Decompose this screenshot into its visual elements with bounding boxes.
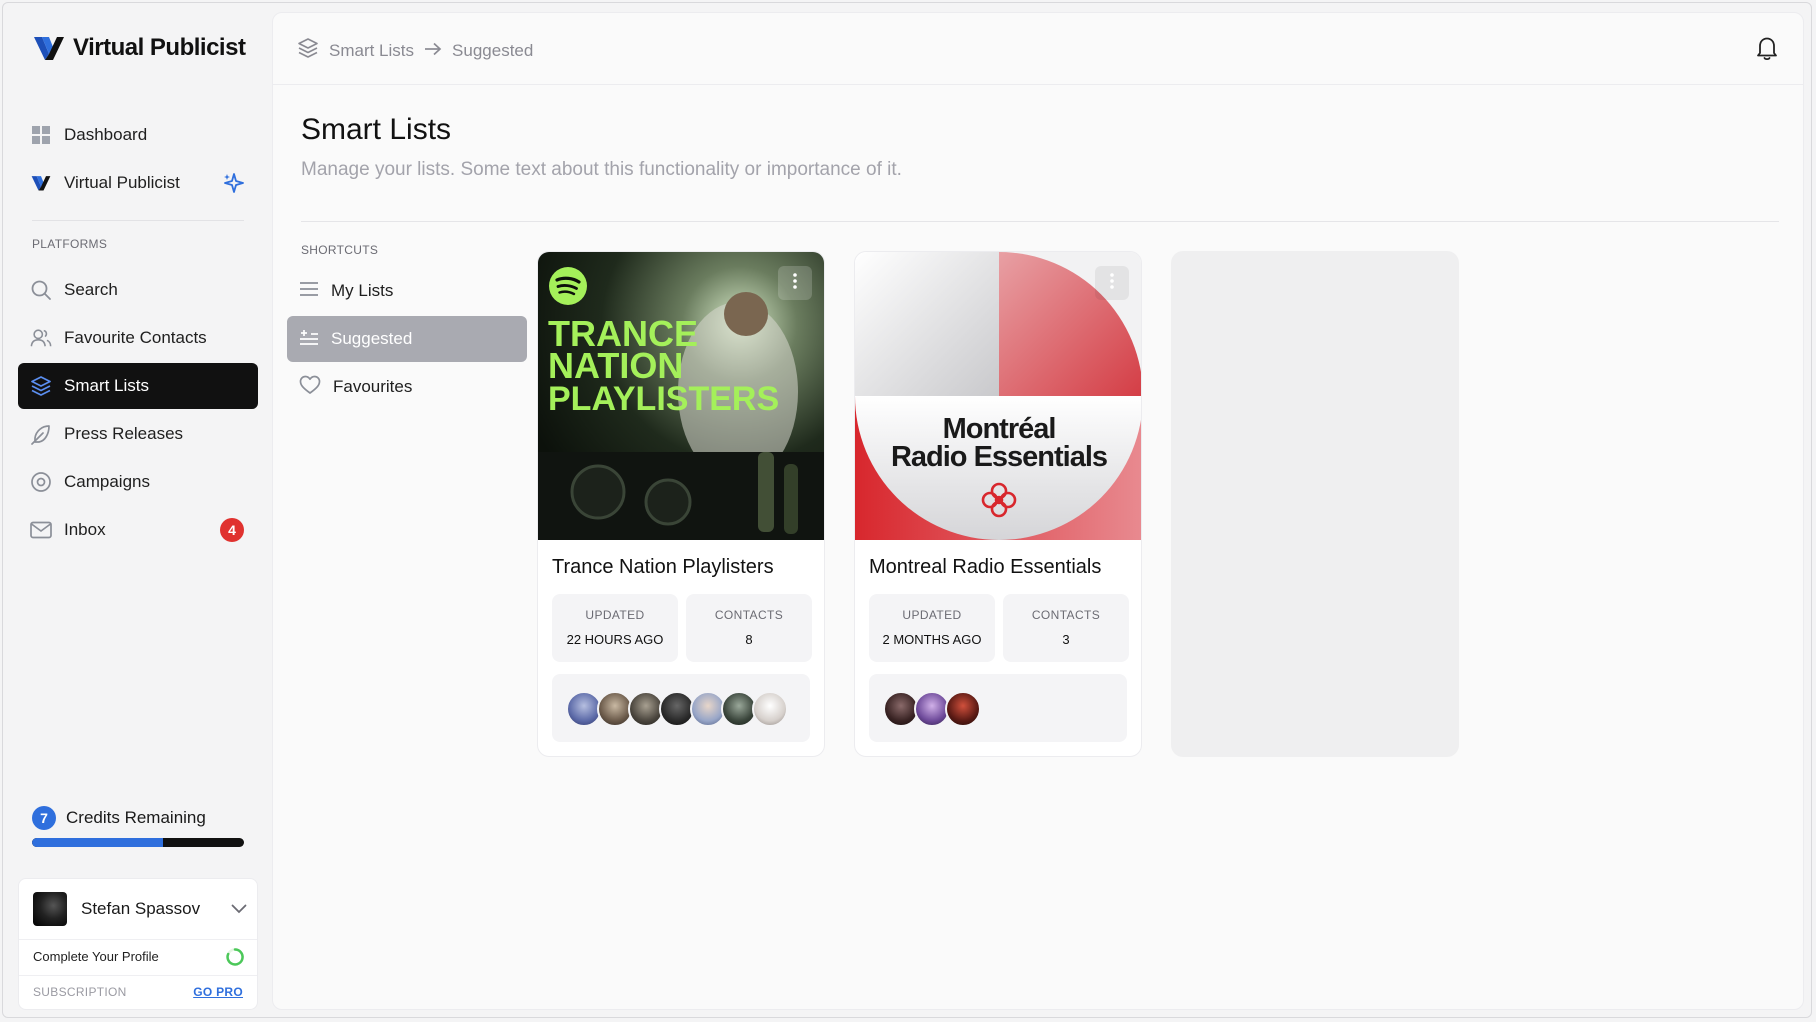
smart-list-card[interactable]: Montréal Radio Essentials Montreal Radio… bbox=[854, 251, 1142, 757]
shortcut-label: Favourites bbox=[333, 377, 413, 396]
stat-label: CONTACTS bbox=[714, 608, 784, 622]
list-cover-image: Montréal Radio Essentials bbox=[855, 252, 1141, 540]
sidebar-item-label: Campaigns bbox=[64, 472, 150, 491]
sidebar-item-campaigns[interactable]: Campaigns bbox=[18, 459, 258, 505]
shortcut-label: Suggested bbox=[331, 329, 413, 348]
card-title: Trance Nation Playlisters bbox=[552, 556, 774, 578]
sidebar-item-label: Favourite Contacts bbox=[64, 328, 207, 347]
sidebar-item-press-releases[interactable]: Press Releases bbox=[18, 411, 258, 457]
heart-icon bbox=[299, 375, 321, 400]
sidebar: Virtual Publicist Dashboard Virtual Publ… bbox=[0, 0, 272, 1022]
list-icon bbox=[299, 281, 319, 302]
profile-card: Stefan Spassov Complete Your Profile SUB… bbox=[18, 878, 258, 1010]
stat-value: 22 HOURS AGO bbox=[566, 632, 664, 647]
loading-placeholder-card bbox=[1171, 251, 1459, 757]
go-pro-link[interactable]: GO PRO bbox=[193, 985, 243, 999]
sidebar-item-label: Smart Lists bbox=[64, 376, 150, 395]
stat-updated: UPDATED 2 MONTHS AGO bbox=[869, 594, 995, 662]
breadcrumb-item: Suggested bbox=[452, 40, 534, 60]
top-bar: Smart Lists Suggested bbox=[273, 13, 1803, 85]
search-icon bbox=[30, 279, 52, 301]
stat-value: 3 bbox=[1062, 632, 1070, 647]
header-divider bbox=[301, 221, 1779, 222]
sidebar-item-inbox[interactable]: Inbox 4 bbox=[18, 507, 258, 553]
sidebar-item-label: Press Releases bbox=[64, 424, 184, 443]
stat-label: UPDATED bbox=[585, 608, 645, 622]
users-icon bbox=[30, 327, 52, 349]
feather-icon bbox=[30, 423, 52, 445]
target-icon bbox=[30, 471, 52, 493]
contact-avatars bbox=[869, 674, 1127, 742]
sidebar-item-virtual-publicist[interactable]: Virtual Publicist bbox=[18, 160, 258, 206]
smart-list-card[interactable]: TRANCE NATION PLAYLISTERS Trance Nation … bbox=[537, 251, 825, 757]
breadcrumb: Smart Lists Suggested bbox=[297, 37, 533, 64]
avatar bbox=[33, 892, 67, 926]
stat-label: UPDATED bbox=[902, 608, 962, 622]
card-title: Montreal Radio Essentials bbox=[869, 556, 1102, 578]
stat-updated: UPDATED 22 HOURS AGO bbox=[552, 594, 678, 662]
stat-contacts: CONTACTS 8 bbox=[686, 594, 812, 662]
bell-icon[interactable] bbox=[1755, 35, 1779, 66]
credits-progress-fill bbox=[32, 838, 164, 847]
sidebar-item-label: Inbox bbox=[64, 520, 106, 539]
avatar bbox=[752, 691, 788, 727]
suggested-icon bbox=[299, 328, 319, 351]
card-menu-button[interactable] bbox=[1095, 266, 1129, 300]
profile-divider bbox=[19, 975, 257, 976]
grid-icon bbox=[30, 124, 52, 146]
cover-text-line: PLAYLISTERS bbox=[548, 380, 779, 418]
progress-ring-icon bbox=[225, 947, 245, 972]
shortcut-label: My Lists bbox=[331, 281, 394, 300]
shortcut-suggested[interactable]: Suggested bbox=[287, 316, 527, 362]
credits-progress-bar bbox=[32, 838, 244, 847]
shortcut-favourites[interactable]: Favourites bbox=[287, 364, 527, 410]
shortcuts-label: SHORTCUTS bbox=[301, 243, 379, 257]
vp-logo-icon bbox=[34, 37, 64, 60]
shortcut-my-lists[interactable]: My Lists bbox=[287, 268, 527, 314]
complete-profile-link[interactable]: Complete Your Profile bbox=[33, 949, 159, 964]
cover-text-line: Radio Essentials bbox=[891, 441, 1107, 473]
card-menu-button[interactable] bbox=[778, 266, 812, 300]
main-panel: Smart Lists Suggested Smart Lists Manage… bbox=[272, 12, 1804, 1010]
inbox-count-badge: 4 bbox=[220, 518, 244, 542]
contact-avatars bbox=[552, 674, 810, 742]
mail-icon bbox=[30, 519, 52, 541]
sidebar-item-favourite-contacts[interactable]: Favourite Contacts bbox=[18, 315, 258, 361]
profile-name: Stefan Spassov bbox=[81, 899, 201, 918]
page-subtitle: Manage your lists. Some text about this … bbox=[301, 159, 902, 180]
sidebar-divider bbox=[32, 220, 244, 221]
sidebar-item-label: Search bbox=[64, 280, 118, 299]
page-title: Smart Lists bbox=[301, 113, 452, 146]
vp-logo-icon bbox=[30, 172, 52, 194]
app-name: Virtual Publicist bbox=[73, 34, 246, 61]
sidebar-item-label: Virtual Publicist bbox=[64, 173, 180, 192]
app-logo[interactable]: Virtual Publicist bbox=[33, 34, 246, 62]
sidebar-item-dashboard[interactable]: Dashboard bbox=[18, 112, 258, 158]
layers-icon bbox=[297, 37, 319, 64]
profile-switcher[interactable]: Stefan Spassov bbox=[33, 891, 247, 927]
subscription-label: SUBSCRIPTION bbox=[33, 985, 127, 999]
stat-label: CONTACTS bbox=[1031, 608, 1101, 622]
stat-value: 2 MONTHS AGO bbox=[882, 632, 982, 647]
list-cover-image: TRANCE NATION PLAYLISTERS bbox=[538, 252, 824, 540]
breadcrumb-item[interactable]: Smart Lists bbox=[329, 41, 414, 61]
more-vertical-icon bbox=[1109, 272, 1115, 295]
avatar bbox=[945, 691, 981, 727]
more-vertical-icon bbox=[792, 272, 798, 295]
sidebar-item-smart-lists[interactable]: Smart Lists bbox=[18, 363, 258, 409]
sidebar-item-search[interactable]: Search bbox=[18, 267, 258, 313]
chevron-down-icon bbox=[231, 899, 247, 919]
credits-count: 7 bbox=[32, 806, 56, 830]
sidebar-item-label: Dashboard bbox=[64, 125, 148, 144]
layers-icon bbox=[30, 375, 52, 397]
section-label-platforms: PLATFORMS bbox=[32, 237, 108, 251]
arrow-right-icon bbox=[424, 41, 442, 61]
sparkle-icon bbox=[222, 172, 244, 199]
stat-value: 8 bbox=[745, 632, 753, 647]
stat-contacts: CONTACTS 3 bbox=[1003, 594, 1129, 662]
credits-label: Credits Remaining bbox=[66, 808, 206, 827]
credits-remaining: 7 Credits Remaining bbox=[32, 806, 206, 830]
profile-divider bbox=[19, 939, 257, 940]
